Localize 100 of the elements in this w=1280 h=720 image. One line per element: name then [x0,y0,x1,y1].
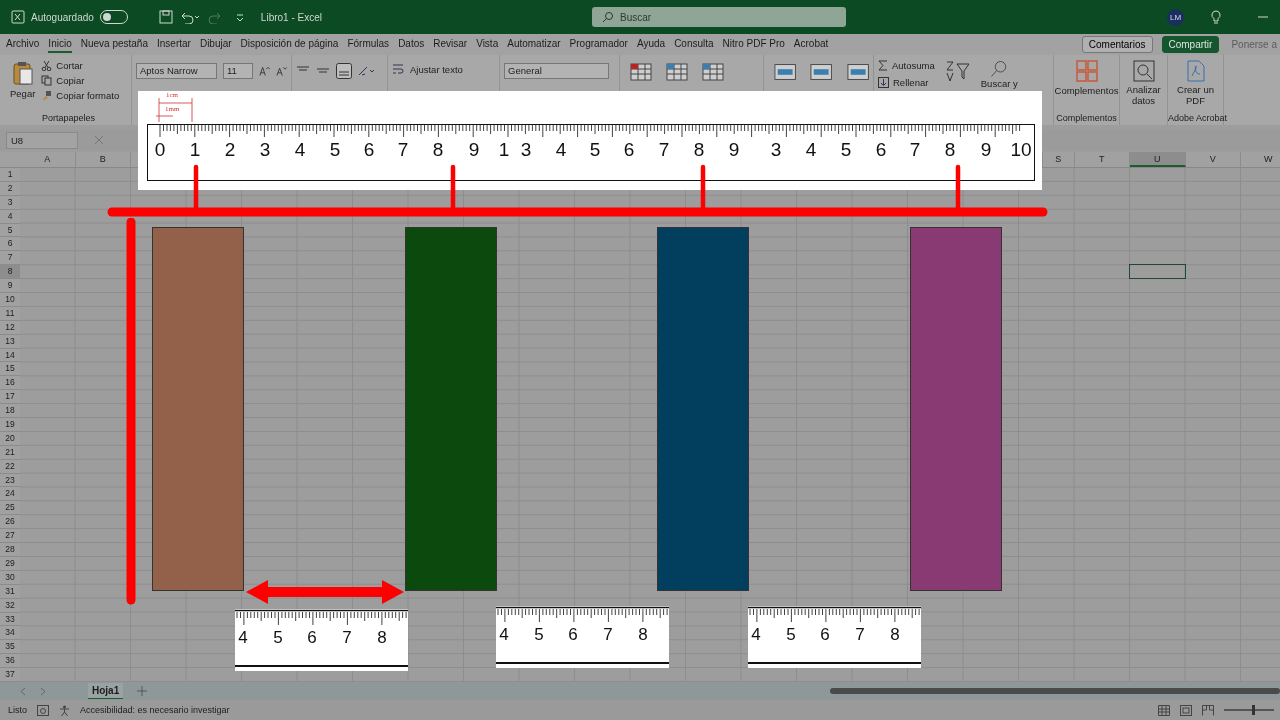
sheet-tab[interactable]: Hoja1 [88,683,124,699]
table-style-icon[interactable] [630,63,652,81]
copy-button[interactable]: Copiar [56,75,85,86]
row-header[interactable]: 23 [0,473,20,488]
font-dropdown[interactable]: Aptos Narrow [136,63,217,79]
accessibility-icon[interactable] [59,704,70,716]
row-header[interactable]: 22 [0,459,20,474]
zoom-slider-thumb[interactable] [1252,705,1256,715]
macro-icon[interactable] [37,704,49,716]
ribbon-tab[interactable]: Insertar [157,36,191,53]
column-header[interactable]: A [20,152,76,167]
horizontal-scrollbar[interactable] [830,688,1280,694]
row-header[interactable]: 5 [0,223,20,238]
align-bottom-icon[interactable] [336,63,352,79]
ribbon-tab[interactable]: Dibujar [199,36,232,53]
row-header[interactable]: 35 [0,640,20,655]
row-header[interactable]: 16 [0,376,20,391]
search-field[interactable]: Buscar [592,7,846,27]
ribbon-tab[interactable]: Ayuda [636,36,666,53]
ribbon-tab[interactable]: Programador [569,36,628,53]
row-header[interactable]: 6 [0,237,20,252]
row-header[interactable]: 28 [0,543,20,557]
row-header[interactable]: 37 [0,668,20,682]
ribbon-tab[interactable]: Inicio [48,36,72,53]
column-header[interactable]: U [1130,152,1186,167]
ribbon-tab[interactable]: Datos [398,36,425,53]
cells-icon[interactable] [774,63,797,81]
paste-icon[interactable] [11,60,34,86]
orientation-icon[interactable] [358,65,376,77]
ribbon-tab[interactable]: Disposición de página [240,36,339,53]
row-header[interactable]: 8 [0,265,20,280]
grow-font-icon[interactable] [259,65,271,77]
row-header[interactable]: 30 [0,570,20,585]
row-header[interactable]: 9 [0,279,20,293]
create-pdf-button[interactable]: Crear un PDF [1172,85,1219,107]
row-header[interactable]: 10 [0,293,20,307]
column-header[interactable]: B [75,152,131,167]
row-header[interactable]: 1 [0,168,20,182]
row-header[interactable]: 25 [0,501,20,516]
row-header[interactable]: 19 [0,418,20,432]
cut-button[interactable]: Cortar [56,60,83,71]
row-header[interactable]: 24 [0,487,20,502]
sort-filter-icon[interactable] [944,60,971,82]
row-header[interactable]: 18 [0,404,20,419]
row-header[interactable]: 31 [0,584,20,599]
shrink-font-icon[interactable] [276,65,287,77]
ribbon-tab[interactable]: Consulta [674,36,714,53]
row-header[interactable]: 33 [0,612,20,627]
accessibility-status[interactable]: Accesibilidad: es necesario investigar [80,705,230,715]
row-header[interactable]: 15 [0,362,20,377]
wrap-text-button[interactable]: Ajustar texto [410,63,463,75]
row-header[interactable]: 26 [0,515,20,530]
row-header[interactable]: 3 [0,195,20,210]
row-header[interactable]: 11 [0,306,20,321]
paste-button[interactable]: Pegar [10,88,36,99]
ribbon-tab[interactable]: Nitro PDF Pro [722,36,785,53]
row-header[interactable]: 27 [0,529,20,544]
font-size-dropdown[interactable]: 11 [222,63,254,79]
user-avatar[interactable]: LM [1167,8,1184,26]
lightbulb-icon[interactable] [1210,10,1222,24]
format-painter-button[interactable]: Copiar formato [56,90,120,101]
row-header[interactable]: 21 [0,445,20,460]
row-header[interactable]: 14 [0,348,20,363]
column-header[interactable]: V [1185,152,1241,167]
row-header[interactable]: 36 [0,654,20,669]
ribbon-tab[interactable]: Nueva pestaña [80,36,148,53]
save-icon[interactable] [158,10,173,24]
cell-cursor[interactable] [1129,264,1186,280]
ribbon-tab[interactable]: Automatizar [507,36,561,53]
row-header[interactable]: 29 [0,556,20,571]
column-header[interactable]: W [1241,152,1280,167]
ribbon-tab[interactable]: Acrobat [793,36,829,53]
table-style-icon[interactable] [666,63,688,81]
search-icon[interactable] [990,60,1009,78]
excel-icon[interactable] [11,10,25,24]
row-header[interactable]: 20 [0,431,20,446]
add-sheet-icon[interactable] [137,686,148,696]
row-header[interactable]: 17 [0,390,20,405]
addins-button[interactable]: Complementos [1054,85,1119,96]
row-header[interactable]: 4 [0,209,20,224]
autosum-button[interactable]: Autosuma [892,60,935,71]
row-header[interactable]: 2 [0,181,20,196]
share-button[interactable]: Compartir [1161,36,1220,53]
name-box[interactable]: U8 [6,131,78,149]
analyze-data-button[interactable]: Analizar datos [1124,85,1163,107]
fill-button[interactable]: Rellenar [893,77,929,88]
column-header[interactable]: S [1043,152,1075,167]
page-break-icon[interactable] [1202,704,1214,716]
cells-icon[interactable] [810,63,833,81]
page-layout-icon[interactable] [1180,704,1192,716]
row-header[interactable]: 12 [0,320,20,335]
row-header[interactable]: 32 [0,598,20,613]
ribbon-tab[interactable]: Revisar [433,36,468,53]
action-button[interactable]: Comentarios [1081,36,1153,53]
row-header[interactable]: 34 [0,626,20,641]
normal-view-icon[interactable] [1158,704,1170,716]
ribbon-tab[interactable]: Fórmulas [347,36,390,53]
find-select-button[interactable]: Buscar y [980,78,1018,89]
ribbon-tab[interactable]: Archivo [6,36,40,53]
number-format-dropdown[interactable]: General [504,63,609,79]
